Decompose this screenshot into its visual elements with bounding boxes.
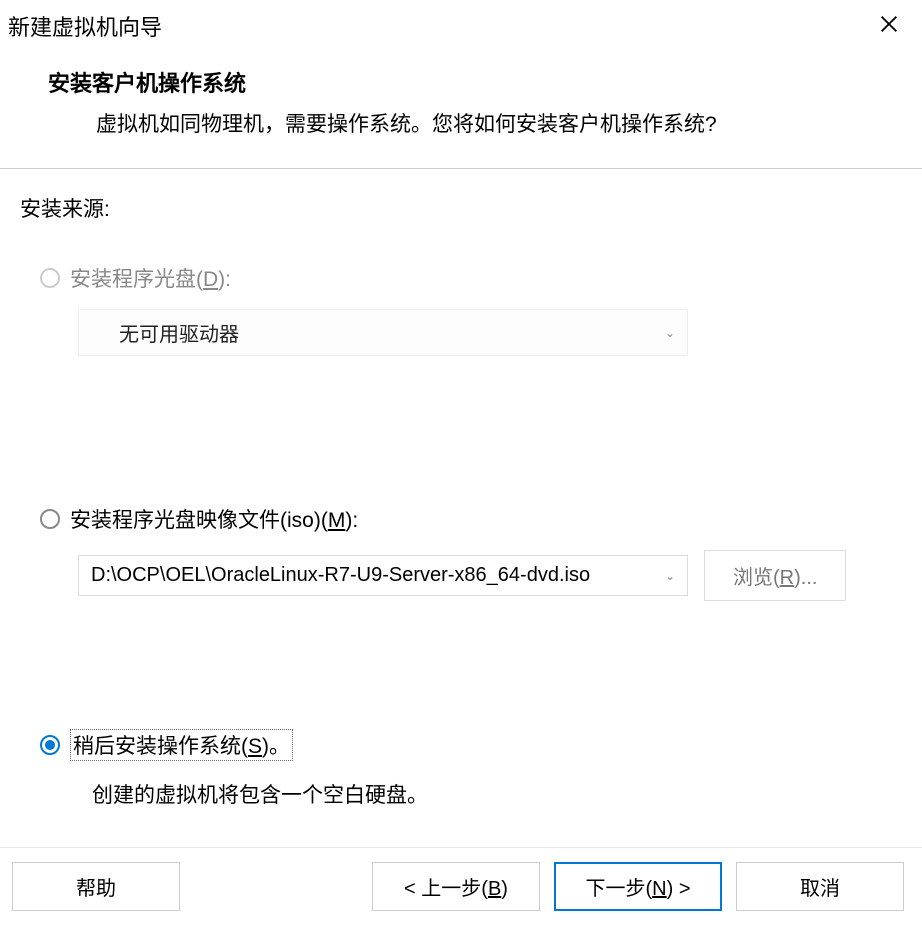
wizard-header: 安装客户机操作系统 虚拟机如同物理机，需要操作系统。您将如何安装客户机操作系统? xyxy=(0,50,922,168)
next-button[interactable]: 下一步(N) > xyxy=(554,862,722,911)
cancel-button[interactable]: 取消 xyxy=(736,862,904,911)
iso-dropdown[interactable]: D:\OCP\OEL\OracleLinux-R7-U9-Server-x86_… xyxy=(78,555,688,596)
back-button[interactable]: < 上一步(B) xyxy=(372,862,540,911)
iso-dropdown-value: D:\OCP\OEL\OracleLinux-R7-U9-Server-x86_… xyxy=(91,564,665,587)
browse-button[interactable]: 浏览(R)... xyxy=(704,550,846,601)
page-heading: 安装客户机操作系统 xyxy=(48,66,874,98)
content-area: 安装来源: 安装程序光盘(D): 无可用驱动器 ⌄ xyxy=(0,169,922,847)
help-button[interactable]: 帮助 xyxy=(12,862,180,911)
close-icon[interactable] xyxy=(868,11,910,41)
chevron-down-icon: ⌄ xyxy=(665,569,675,583)
page-description: 虚拟机如同物理机，需要操作系统。您将如何安装客户机操作系统? xyxy=(48,108,874,138)
radio-disc xyxy=(40,268,60,288)
disc-dropdown-value: 无可用驱动器 xyxy=(91,318,665,347)
option-install-later: 稍后安装操作系统(S)。 创建的虚拟机将包含一个空白硬盘。 xyxy=(40,729,902,809)
radio-disc-label: 安装程序光盘(D): xyxy=(70,263,231,293)
option-installer-disc: 安装程序光盘(D): 无可用驱动器 ⌄ xyxy=(40,263,902,356)
option-iso-file: 安装程序光盘映像文件(iso)(M): D:\OCP\OEL\OracleLin… xyxy=(40,504,902,601)
chevron-down-icon: ⌄ xyxy=(665,326,675,340)
radio-iso[interactable] xyxy=(40,509,60,529)
radio-later[interactable] xyxy=(40,735,60,755)
radio-iso-label[interactable]: 安装程序光盘映像文件(iso)(M): xyxy=(70,504,358,534)
radio-later-label[interactable]: 稍后安装操作系统(S)。 xyxy=(70,729,293,761)
radio-group: 安装程序光盘(D): 无可用驱动器 ⌄ 安装程序光盘映像文件(iso)(M): xyxy=(20,263,902,809)
source-label: 安装来源: xyxy=(20,193,902,223)
disc-dropdown: 无可用驱动器 ⌄ xyxy=(78,309,688,356)
later-description: 创建的虚拟机将包含一个空白硬盘。 xyxy=(40,779,902,809)
window-title: 新建虚拟机向导 xyxy=(8,10,162,42)
title-bar: 新建虚拟机向导 xyxy=(0,0,922,50)
footer: 帮助 < 上一步(B) 下一步(N) > 取消 xyxy=(0,847,922,929)
